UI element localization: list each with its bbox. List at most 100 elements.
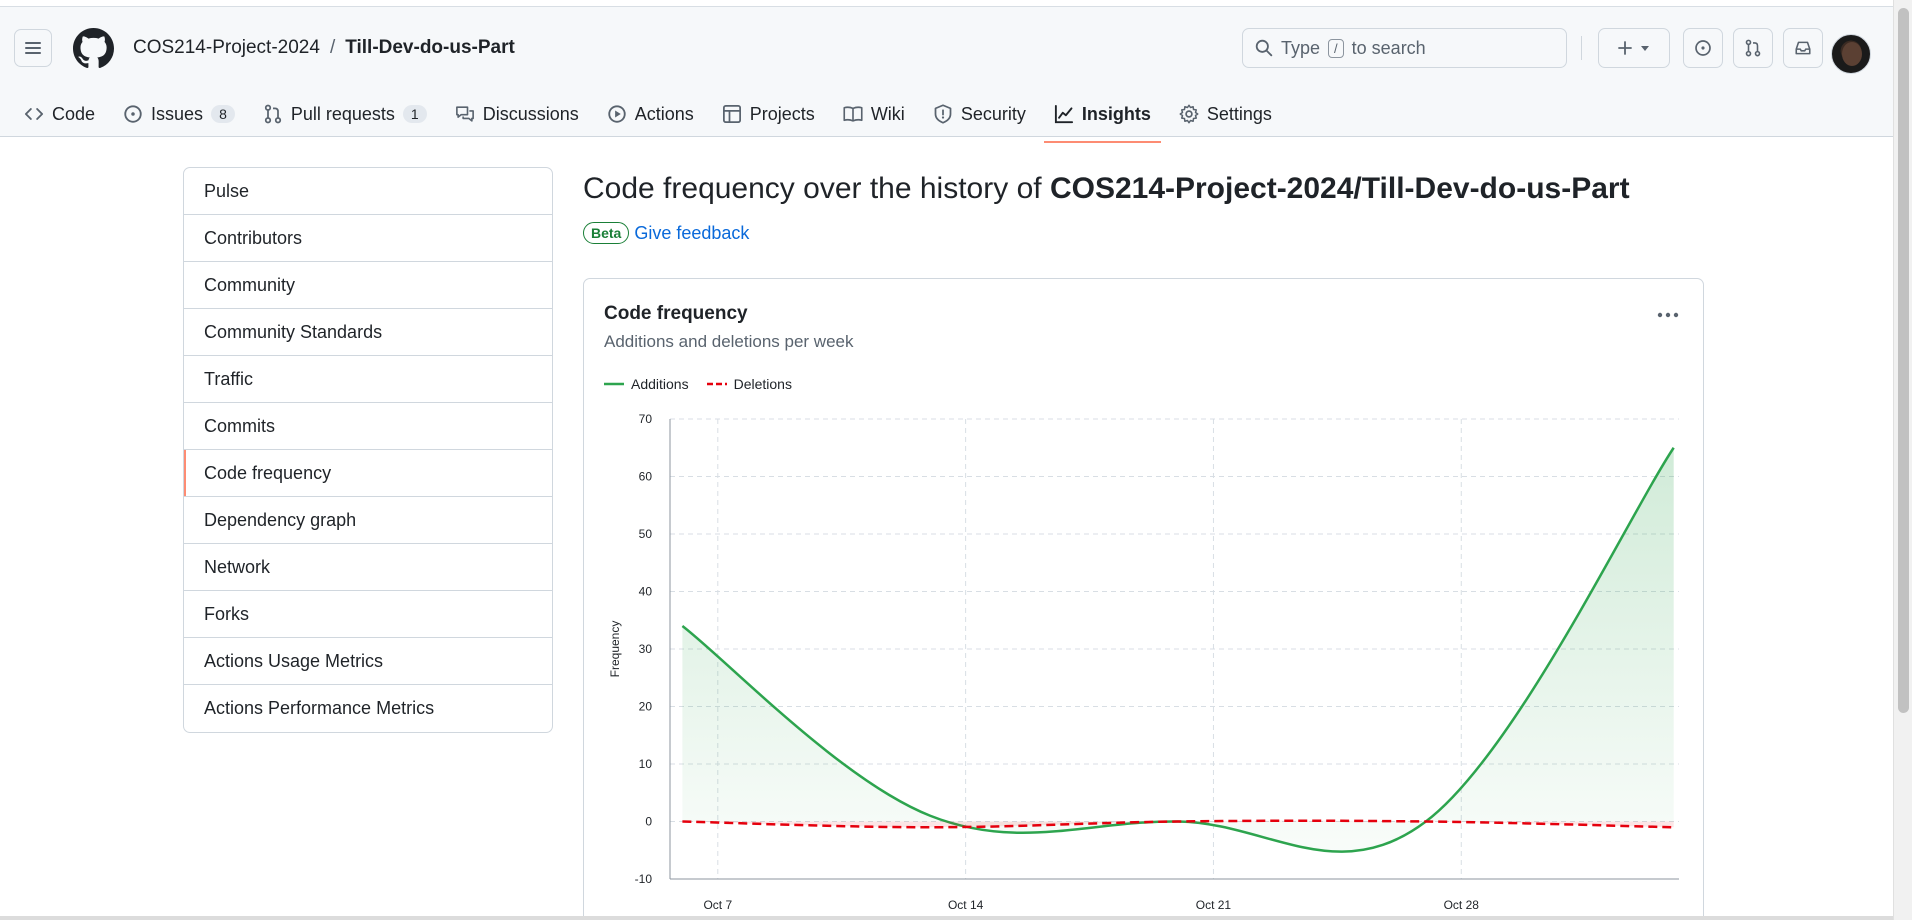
y-tick-label: 70 xyxy=(639,412,653,426)
github-logo-icon[interactable] xyxy=(73,28,114,69)
breadcrumb-separator: / xyxy=(329,37,336,58)
legend-deletions-swatch xyxy=(706,382,727,386)
sidebar-item-network[interactable]: Network xyxy=(184,544,552,591)
x-tick-label: Oct 28 xyxy=(1444,898,1480,912)
tab-security[interactable]: Security xyxy=(923,91,1036,137)
tab-label: Discussions xyxy=(482,103,579,124)
pull-requests-count-badge: 1 xyxy=(402,105,427,123)
avatar[interactable] xyxy=(1831,34,1871,74)
create-new-button[interactable] xyxy=(1598,28,1670,68)
inbox-icon xyxy=(1795,41,1811,55)
page-title: Code frequency over the history of COS21… xyxy=(583,172,1630,206)
repo-tabs: Code Issues 8 Pull requests 1 Discussion… xyxy=(14,91,1290,143)
page-scrollbar[interactable] xyxy=(1893,0,1912,920)
shield-icon xyxy=(934,104,952,124)
code-frequency-card: Code frequency Additions and deletions p… xyxy=(583,278,1704,920)
code-icon xyxy=(24,108,44,120)
tab-insights[interactable]: Insights xyxy=(1043,91,1161,143)
chart-options-button[interactable] xyxy=(1652,301,1684,329)
kebab-horizontal-icon xyxy=(1657,312,1679,318)
legend-additions-swatch xyxy=(604,382,624,386)
x-tick-label: Oct 21 xyxy=(1196,898,1232,912)
tab-discussions[interactable]: Discussions xyxy=(445,91,589,137)
sidebar-item-contributors[interactable]: Contributors xyxy=(184,215,552,262)
sidebar-item-traffic[interactable]: Traffic xyxy=(184,356,552,403)
sidebar-item-code-frequency[interactable]: Code frequency xyxy=(184,450,552,497)
owner-link[interactable]: COS214-Project-2024 xyxy=(133,37,320,59)
chart-legend: Additions Deletions xyxy=(604,376,792,392)
legend-deletions-label: Deletions xyxy=(733,376,792,392)
breadcrumb: COS214-Project-2024 / Till-Dev-do-us-Par… xyxy=(133,37,515,59)
search-placeholder-prefix: Type xyxy=(1281,37,1321,58)
tab-label: Issues xyxy=(151,103,204,124)
repo-header: COS214-Project-2024 / Till-Dev-do-us-Par… xyxy=(0,7,1893,143)
y-tick-label: 20 xyxy=(639,700,653,714)
sidebar-item-forks[interactable]: Forks xyxy=(184,591,552,638)
search-placeholder-suffix: to search xyxy=(1351,37,1426,58)
legend-additions-label: Additions xyxy=(631,376,689,392)
tab-label: Insights xyxy=(1081,103,1151,124)
tab-actions[interactable]: Actions xyxy=(597,91,704,137)
scrollbar-thumb[interactable] xyxy=(1898,8,1909,713)
y-tick-label: 30 xyxy=(639,642,653,656)
sidebar-item-dependency-graph[interactable]: Dependency graph xyxy=(184,497,552,544)
y-tick-label: 50 xyxy=(639,527,653,541)
chart-subtitle: Additions and deletions per week xyxy=(604,332,854,351)
browser-bottom-edge xyxy=(0,916,1893,920)
tab-pull-requests[interactable]: Pull requests 1 xyxy=(253,91,437,137)
repo-link[interactable]: Till-Dev-do-us-Part xyxy=(345,37,515,59)
play-icon xyxy=(608,105,626,123)
issue-opened-icon xyxy=(1695,40,1711,56)
gear-icon xyxy=(1179,104,1199,124)
tab-wiki[interactable]: Wiki xyxy=(833,91,915,137)
hamburger-icon xyxy=(25,42,41,54)
sidebar-item-pulse[interactable]: Pulse xyxy=(184,168,552,215)
sidebar-item-community[interactable]: Community xyxy=(184,262,552,309)
beta-badge: Beta xyxy=(583,222,630,244)
tab-label: Code xyxy=(52,103,96,124)
legend-deletions[interactable]: Deletions xyxy=(706,376,792,392)
tab-label: Security xyxy=(960,103,1026,124)
y-tick-label: 40 xyxy=(639,585,653,599)
tab-code[interactable]: Code xyxy=(14,91,105,137)
y-tick-label: 0 xyxy=(645,815,652,829)
page-title-repo: COS214-Project-2024/Till-Dev-do-us-Part xyxy=(1049,172,1630,205)
sidebar-item-community-standards[interactable]: Community Standards xyxy=(184,309,552,356)
tab-settings[interactable]: Settings xyxy=(1169,91,1282,137)
give-feedback-link[interactable]: Give feedback xyxy=(634,223,749,244)
y-tick-label: 10 xyxy=(639,757,653,771)
header-divider xyxy=(1581,36,1582,60)
chart-title: Code frequency xyxy=(604,303,748,324)
tab-label: Settings xyxy=(1206,103,1272,124)
page-title-prefix: Code frequency over the history of xyxy=(583,172,1042,205)
tab-issues[interactable]: Issues 8 xyxy=(113,91,245,137)
issue-icon xyxy=(124,105,142,123)
sidebar-item-actions-usage-metrics[interactable]: Actions Usage Metrics xyxy=(184,638,552,685)
pull-requests-button[interactable] xyxy=(1733,28,1773,68)
sidebar-item-commits[interactable]: Commits xyxy=(184,403,552,450)
search-icon xyxy=(1255,39,1273,57)
search-input[interactable]: Type / to search xyxy=(1242,28,1567,68)
y-tick-label: -10 xyxy=(635,872,653,886)
tab-label: Projects xyxy=(749,103,815,124)
tab-projects[interactable]: Projects xyxy=(712,91,825,137)
browser-top-edge xyxy=(0,0,1912,7)
sidebar-item-actions-performance-metrics[interactable]: Actions Performance Metrics xyxy=(184,685,552,732)
triangle-down-icon xyxy=(1641,46,1649,51)
git-pull-request-icon xyxy=(1745,39,1761,57)
x-tick-label: Oct 14 xyxy=(948,898,984,912)
graph-icon xyxy=(1054,104,1073,124)
insights-sidebar: Pulse Contributors Community Community S… xyxy=(183,167,553,733)
tab-label: Pull requests xyxy=(290,103,395,124)
plus-icon xyxy=(1618,41,1632,55)
discussions-icon xyxy=(455,106,474,122)
x-tick-label: Oct 7 xyxy=(703,898,732,912)
search-shortcut-key: / xyxy=(1328,38,1344,58)
tab-label: Actions xyxy=(634,103,694,124)
legend-additions[interactable]: Additions xyxy=(604,376,689,392)
inbox-button[interactable] xyxy=(1783,28,1823,68)
issues-button[interactable] xyxy=(1683,28,1723,68)
menu-button[interactable] xyxy=(14,29,52,67)
additions-area xyxy=(682,447,1674,852)
y-tick-label: 60 xyxy=(639,470,653,484)
